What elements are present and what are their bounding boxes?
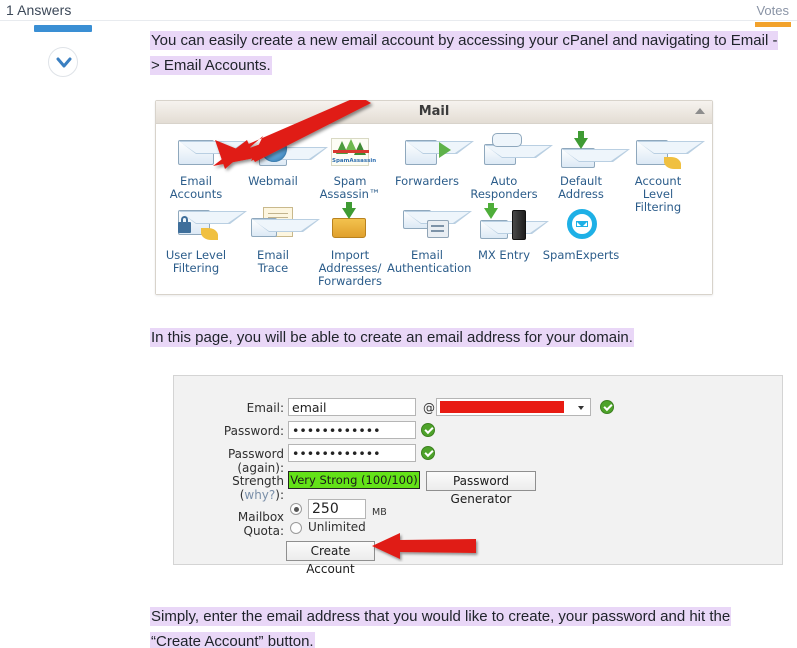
create-account-button[interactable]: Create Account: [286, 541, 375, 576]
password-strength-indicator: Very Strong (100/100): [288, 471, 420, 489]
mail-icon-import-addresses[interactable]: Import Addresses/Forwarders: [310, 202, 390, 288]
quota-unlimited-radio[interactable]: [290, 522, 302, 534]
strength-label-end: ):: [275, 488, 284, 502]
auto-responders-label-1: Auto: [490, 174, 518, 188]
spamexperts-label: SpamExperts: [542, 248, 620, 262]
account-level-filtering-label-2: Level: [642, 187, 674, 201]
answer-paragraph-3: Simply, enter the email address that you…: [150, 604, 780, 648]
envelope-green-arrow-icon: [403, 132, 474, 172]
answer-paragraph-1: You can easily create a new email accoun…: [150, 28, 790, 78]
email-trace-label-1: Email: [257, 248, 289, 262]
orange-highlight-marker: [755, 22, 791, 27]
email-trace-label-2: Trace: [257, 261, 289, 275]
strength-label: Strength (why?):: [194, 474, 284, 502]
import-addresses-icon: [326, 202, 374, 246]
header-divider: [0, 20, 797, 21]
password-input[interactable]: [288, 421, 416, 439]
mail-icon-mx-entry[interactable]: MX Entry: [464, 203, 549, 262]
answer-page: 1 Answers Votes You can easily create a …: [0, 0, 797, 648]
quota-value-input[interactable]: [308, 499, 366, 519]
email-valid-check-icon: [600, 400, 614, 414]
account-level-filtering-label-3: Filtering: [634, 200, 682, 214]
paragraph-1-line-2: > Email Accounts.: [150, 56, 272, 75]
email-accounts-label-2: Accounts: [169, 187, 223, 201]
why-link[interactable]: why?: [244, 488, 275, 502]
password-again-label: Password (again):: [227, 447, 284, 475]
user-level-filtering-label-1: User Level: [165, 248, 227, 262]
email-authentication-icon: [403, 206, 472, 246]
mail-icon-default-address[interactable]: Default Address: [541, 131, 630, 201]
chevron-down-icon: [578, 406, 584, 410]
email-input[interactable]: [288, 398, 416, 416]
mx-entry-icon: [480, 203, 549, 246]
answers-header: 1 Answers Votes: [0, 0, 797, 21]
quota-unlimited-label: Unlimited: [308, 520, 366, 534]
email-label: Email:: [246, 401, 284, 415]
email-trace-icon: [249, 206, 320, 246]
red-arrow-icon: [372, 533, 476, 559]
mail-icon-email-authentication[interactable]: Email Authentication: [387, 206, 472, 275]
spamexperts-icon: [557, 206, 605, 246]
votes-column-label: Votes: [756, 3, 789, 18]
paragraph-2-text: In this page, you will be able to create…: [150, 328, 634, 347]
password-generator-button[interactable]: Password Generator: [426, 471, 536, 506]
import-addresses-label-2: Addresses/: [318, 261, 382, 275]
user-level-filtering-label-2: Filtering: [172, 261, 220, 275]
quota-unit-label: MB: [372, 507, 387, 518]
mail-icon-account-level-filtering[interactable]: Account Level Filtering: [618, 132, 705, 214]
default-address-label-1: Default: [559, 174, 603, 188]
vote-column: [34, 21, 96, 85]
password-again-input[interactable]: [288, 444, 416, 462]
red-arrow-icon: [213, 100, 371, 169]
domain-select[interactable]: [436, 398, 591, 416]
default-address-label-2: Address: [558, 187, 604, 201]
account-level-filtering-label-1: Account: [634, 174, 682, 188]
mail-icon-spamexperts[interactable]: SpamExperts: [541, 206, 621, 262]
mx-entry-label: MX Entry: [477, 248, 531, 262]
mail-icon-forwarders[interactable]: Forwarders: [387, 132, 474, 188]
quota-fixed-radio[interactable]: [290, 503, 302, 515]
answer-paragraph-2: In this page, you will be able to create…: [150, 325, 770, 350]
mail-icon-user-level-filtering[interactable]: User Level Filtering: [156, 206, 247, 275]
collapse-triangle-icon[interactable]: [695, 108, 705, 114]
paragraph-3-line-2: “Create Account” button.: [150, 632, 315, 648]
redacted-domain-value: [440, 401, 564, 413]
at-symbol: @: [423, 401, 435, 415]
mail-icon-email-trace[interactable]: Email Trace: [233, 206, 320, 275]
paragraph-3-line-1: Simply, enter the email address that you…: [150, 607, 732, 626]
downvote-button[interactable]: [48, 47, 78, 77]
password-again-valid-check-icon: [421, 446, 435, 460]
auto-responders-label-2: Responders: [470, 187, 538, 201]
email-authentication-label-2: Authentication: [387, 261, 472, 275]
auto-responder-icon: [480, 132, 553, 172]
paragraph-1-line-1: You can easily create a new email accoun…: [150, 31, 779, 50]
password-label: Password:: [223, 424, 284, 438]
mailbox-quota-label: Mailbox Quota:: [237, 510, 284, 538]
password-valid-check-icon: [421, 423, 435, 437]
upvote-bar[interactable]: [34, 25, 92, 32]
spam-assassin-label-2: Assassin™: [319, 187, 381, 201]
answers-count: 1 Answers: [6, 2, 72, 18]
account-level-filtering-icon: [634, 132, 705, 172]
import-addresses-label-3: Forwarders: [317, 274, 383, 288]
default-address-icon: [557, 131, 630, 172]
import-addresses-label-1: Import: [330, 248, 370, 262]
user-level-filtering-icon: [172, 206, 247, 246]
email-authentication-label-1: Email: [411, 248, 443, 262]
forwarders-label: Forwarders: [394, 174, 460, 188]
mail-icon-auto-responders[interactable]: Auto Responders: [464, 132, 553, 201]
